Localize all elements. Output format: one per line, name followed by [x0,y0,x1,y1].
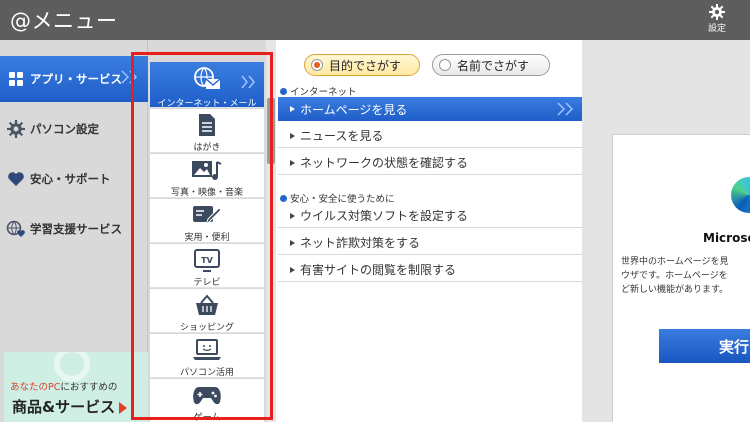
sidebar-item-safety-support[interactable]: 安心・サポート [0,156,148,202]
category-label: インターネット・メール [157,99,257,109]
radio-icon [311,59,323,71]
double-chevron-icon [556,102,576,119]
bullet-icon [280,87,287,95]
settings-button[interactable]: 設定 [704,4,730,36]
sidebar-item-label: パソコン設定 [30,122,99,136]
title-bar: @メニュー 設定 [0,0,750,40]
category-internet-mail[interactable]: インターネット・メール [150,62,264,109]
app-detail-card: Microso 世界中のホームページを見 ウザです。ホームページを ど新しい機能… [612,134,750,422]
category-label: 写真・映像・音楽 [170,188,243,198]
category-label: パソコン活用 [179,368,234,378]
gamepad-icon [150,383,264,407]
app-title: Microso [703,231,750,245]
sidebar: アプリ・サービス パソコン設定 安心・サポート 学習支援サービス あなたのPCに… [0,40,148,422]
category-label: ゲーム [193,413,221,422]
laptop-icon [150,338,264,362]
basket-icon [150,293,264,317]
menu-item-restrict-harmful-sites[interactable]: 有害サイトの閲覧を制限する [278,258,582,282]
sidebar-item-pc-settings[interactable]: パソコン設定 [0,106,148,152]
category-scrollbar[interactable] [266,40,276,422]
card-pen-icon [150,203,264,227]
edge-logo-icon [731,177,750,213]
category-utility[interactable]: 実用・便利 [150,199,264,243]
section-header-internet: インターネット [280,84,357,98]
bullet-icon [280,194,287,202]
search-by-purpose-toggle[interactable]: 目的でさがす [304,54,420,76]
document-icon [150,113,264,137]
gear-icon [709,4,725,20]
heart-icon [6,169,26,189]
arrow-icon [119,401,128,414]
globe-heart-icon [6,219,26,239]
triangle-icon [290,159,295,166]
gear-icon [6,119,26,139]
triangle-icon [290,132,295,139]
category-list: インターネット・メール はがき 写真・映像・音楽 実用・便利 TV テレビ ショ… [148,40,266,422]
grid-icon [6,69,26,89]
tv-icon: TV [150,248,264,272]
settings-label: 設定 [707,24,726,34]
banner-title: 商品&サービス [12,396,128,417]
double-chevron-icon [240,74,258,93]
banner-decoration [54,352,90,382]
run-button[interactable]: 実行 [659,329,750,363]
section-header-safety: 安心・安全に使うために [280,191,395,205]
double-chevron-icon [120,70,140,87]
menu-item-view-homepage[interactable]: ホームページを見る [278,97,582,121]
menu-item-antivirus-settings[interactable]: ウイルス対策ソフトを設定する [278,204,582,228]
scrollbar-thumb[interactable] [267,98,275,164]
category-postcard[interactable]: はがき [150,109,264,153]
sidebar-item-label: アプリ・サービス [30,72,122,86]
search-by-name-toggle[interactable]: 名前でさがす [432,54,550,76]
banner-text: あなたのPCにおすすめの [10,382,118,393]
main-panel: 目的でさがす 名前でさがす インターネット ホームページを見る ニュースを見る … [276,40,582,422]
menu-item-view-news[interactable]: ニュースを見る [278,124,582,148]
category-game[interactable]: ゲーム [150,379,264,422]
app-title: @メニュー [10,9,118,33]
category-tv[interactable]: TV テレビ [150,244,264,288]
triangle-icon [290,212,295,219]
recommendation-banner[interactable]: あなたのPCにおすすめの 商品&サービス [4,352,148,422]
triangle-icon [290,239,295,246]
triangle-icon [290,106,295,112]
sidebar-item-apps-services[interactable]: アプリ・サービス [0,56,148,102]
sidebar-item-label: 安心・サポート [30,172,111,186]
triangle-icon [290,266,295,273]
sidebar-item-learning[interactable]: 学習支援サービス [0,206,148,252]
photo-music-icon [150,158,264,182]
toggle-label: 名前でさがす [457,58,530,73]
svg-text:TV: TV [201,256,213,265]
category-label: テレビ [193,278,221,288]
category-label: ショッピング [179,323,234,333]
category-shopping[interactable]: ショッピング [150,289,264,333]
category-photo-video-music[interactable]: 写真・映像・音楽 [150,154,264,198]
sidebar-item-label: 学習支援サービス [30,222,122,236]
toggle-label: 目的でさがす [329,58,402,73]
menu-item-phishing-protection[interactable]: ネット詐欺対策をする [278,231,582,255]
category-label: 実用・便利 [184,233,230,243]
radio-icon [439,59,451,71]
category-pc-usage[interactable]: パソコン活用 [150,334,264,378]
menu-item-check-network[interactable]: ネットワークの状態を確認する [278,151,582,175]
category-label: はがき [193,143,221,153]
app-description: 世界中のホームページを見 ウザです。ホームページを ど新しい機能があります。 [621,257,729,295]
